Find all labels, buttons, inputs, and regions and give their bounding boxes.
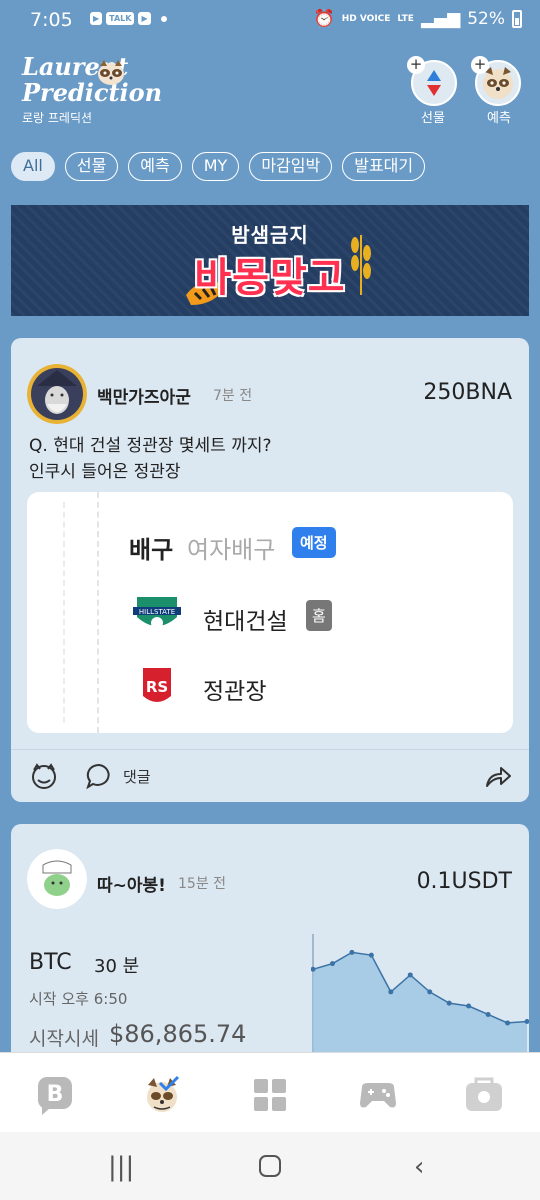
filter-all[interactable]: All: [11, 152, 55, 181]
battery-icon: [512, 10, 522, 28]
red-sparks-logo-icon: RS: [143, 668, 171, 702]
start-price-label: 시작시세: [29, 1028, 99, 1050]
price-chart: [311, 934, 529, 1054]
chart-point: [329, 961, 335, 967]
reward-amount: 250BNA: [423, 380, 512, 405]
chart-point: [485, 1011, 491, 1017]
futures-label: 선물: [421, 111, 445, 126]
talk-icon: TALK: [106, 12, 135, 25]
post-time: 7분 전: [213, 388, 253, 404]
youtube-icon: ▶: [90, 12, 103, 25]
username[interactable]: 백만가즈아군: [97, 383, 191, 408]
youtube-icon: ▶: [138, 12, 151, 25]
question-line1: Q. 현대 건설 정관장 몇세트 까지?: [29, 436, 272, 456]
signal-icon: ▂▄▆: [420, 9, 461, 29]
chart-point: [505, 1020, 511, 1026]
chart-point: [446, 1000, 452, 1006]
avatar[interactable]: [27, 849, 87, 909]
league-name: 여자배구: [187, 536, 276, 564]
filter-futures[interactable]: 선물: [64, 152, 119, 181]
system-navigation: ||| ‹: [0, 1132, 540, 1200]
status-badge: 예정: [292, 527, 336, 558]
comment-label[interactable]: 댓글: [123, 766, 151, 787]
chart-point: [427, 989, 433, 995]
plus-icon: +: [471, 56, 489, 74]
chart-point: [388, 989, 394, 995]
battery-level: 52%: [467, 9, 505, 29]
asset-name: BTC: [29, 950, 72, 975]
start-time: 시작 오후 6:50: [29, 990, 128, 1008]
filter-closing-soon[interactable]: 마감임박: [249, 152, 333, 181]
avatar[interactable]: [27, 364, 87, 424]
futures-button[interactable]: +: [407, 56, 457, 106]
b-home-icon[interactable]: B: [34, 1073, 78, 1117]
bottom-navigation: B: [0, 1052, 540, 1132]
filter-chips: All 선물 예측 MY 마감임박 발표대기: [11, 152, 426, 181]
grid-menu-icon[interactable]: [248, 1073, 292, 1117]
recent-apps-icon[interactable]: |||: [108, 1152, 134, 1182]
ticket-stub: [27, 492, 99, 733]
plus-icon: +: [407, 56, 425, 74]
svg-text:HILLSTATE: HILLSTATE: [139, 608, 175, 616]
home-badge: 홈: [306, 600, 332, 631]
share-icon[interactable]: [483, 762, 513, 790]
svg-text:RS: RS: [146, 678, 168, 696]
notification-icons: ▶ TALK ▶: [90, 12, 167, 25]
filter-my[interactable]: MY: [191, 152, 240, 181]
home-team-name: 현대건설: [203, 609, 288, 635]
svg-text:B: B: [47, 1082, 64, 1107]
status-time: 7:05: [30, 9, 73, 31]
chart-area: [313, 952, 527, 1054]
logo-line1: Laurent: [22, 52, 129, 81]
logo-subtitle: 로랑 프레딕션: [22, 111, 93, 125]
chart-point: [368, 952, 374, 958]
lte-icon: LTE: [397, 13, 414, 24]
hd-voice-icon: HD VOICE: [341, 13, 391, 24]
logo-line2: Prediction: [22, 78, 163, 107]
question-line2: 인쿠시 들어온 정관장: [29, 462, 181, 482]
hillstate-logo-icon: HILLSTATE: [133, 597, 181, 629]
wizard-avatar-icon: [27, 364, 87, 424]
chart-point: [349, 949, 355, 955]
prediction-button[interactable]: +: [471, 56, 521, 106]
question-text: Q. 현대 건설 정관장 몇세트 까지? 인쿠시 들어온 정관장: [29, 433, 272, 485]
banner-title: 밤샘금지: [231, 223, 309, 247]
filter-awaiting-result[interactable]: 발표대기: [342, 152, 426, 181]
back-icon[interactable]: ‹: [414, 1152, 424, 1182]
sport-name: 배구: [129, 536, 174, 564]
filter-prediction[interactable]: 예측: [128, 152, 182, 181]
notification-dot-icon: [160, 15, 167, 22]
gamepad-icon[interactable]: [356, 1073, 400, 1117]
status-bar: 7:05 ▶ TALK ▶ ⏰ HD VOICE LTE ▂▄▆ 52%: [0, 0, 540, 40]
username[interactable]: 따~아봉!: [97, 871, 166, 896]
character-avatar-icon: [27, 849, 87, 909]
prediction-label: 예측: [487, 111, 511, 126]
alarm-icon: ⏰: [313, 9, 335, 29]
post-time: 15분 전: [178, 876, 227, 892]
reward-amount: 0.1USDT: [416, 869, 512, 894]
start-price: $86,865.74: [109, 1020, 247, 1048]
home-icon[interactable]: [258, 1154, 282, 1178]
status-right: ⏰ HD VOICE LTE ▂▄▆ 52%: [314, 9, 522, 29]
banner-headline: 바몽맞고: [194, 255, 346, 301]
promo-banner[interactable]: 밤샘금지 바몽맞고: [11, 205, 529, 316]
duration: 30 분: [94, 956, 140, 977]
raccoon-prediction-icon[interactable]: [140, 1073, 184, 1117]
prediction-card[interactable]: 백만가즈아군 7분 전 250BNA Q. 현대 건설 정관장 몇세트 까지? …: [11, 338, 529, 802]
chart-point: [407, 972, 413, 978]
raccoon-mascot-icon: [98, 60, 124, 85]
divider: [11, 749, 529, 750]
match-ticket[interactable]: 배구 여자배구 예정 HILLSTATE 현대건설 홈 RS 정관장: [27, 492, 513, 733]
comment-icon[interactable]: [85, 762, 113, 790]
chart-point: [466, 1003, 472, 1009]
away-team-name: 정관장: [203, 679, 267, 705]
raccoon-reaction-icon[interactable]: [29, 762, 59, 790]
wallet-icon[interactable]: [462, 1073, 506, 1117]
app-logo[interactable]: Laurent Prediction 로랑 프레딕션: [22, 54, 162, 126]
